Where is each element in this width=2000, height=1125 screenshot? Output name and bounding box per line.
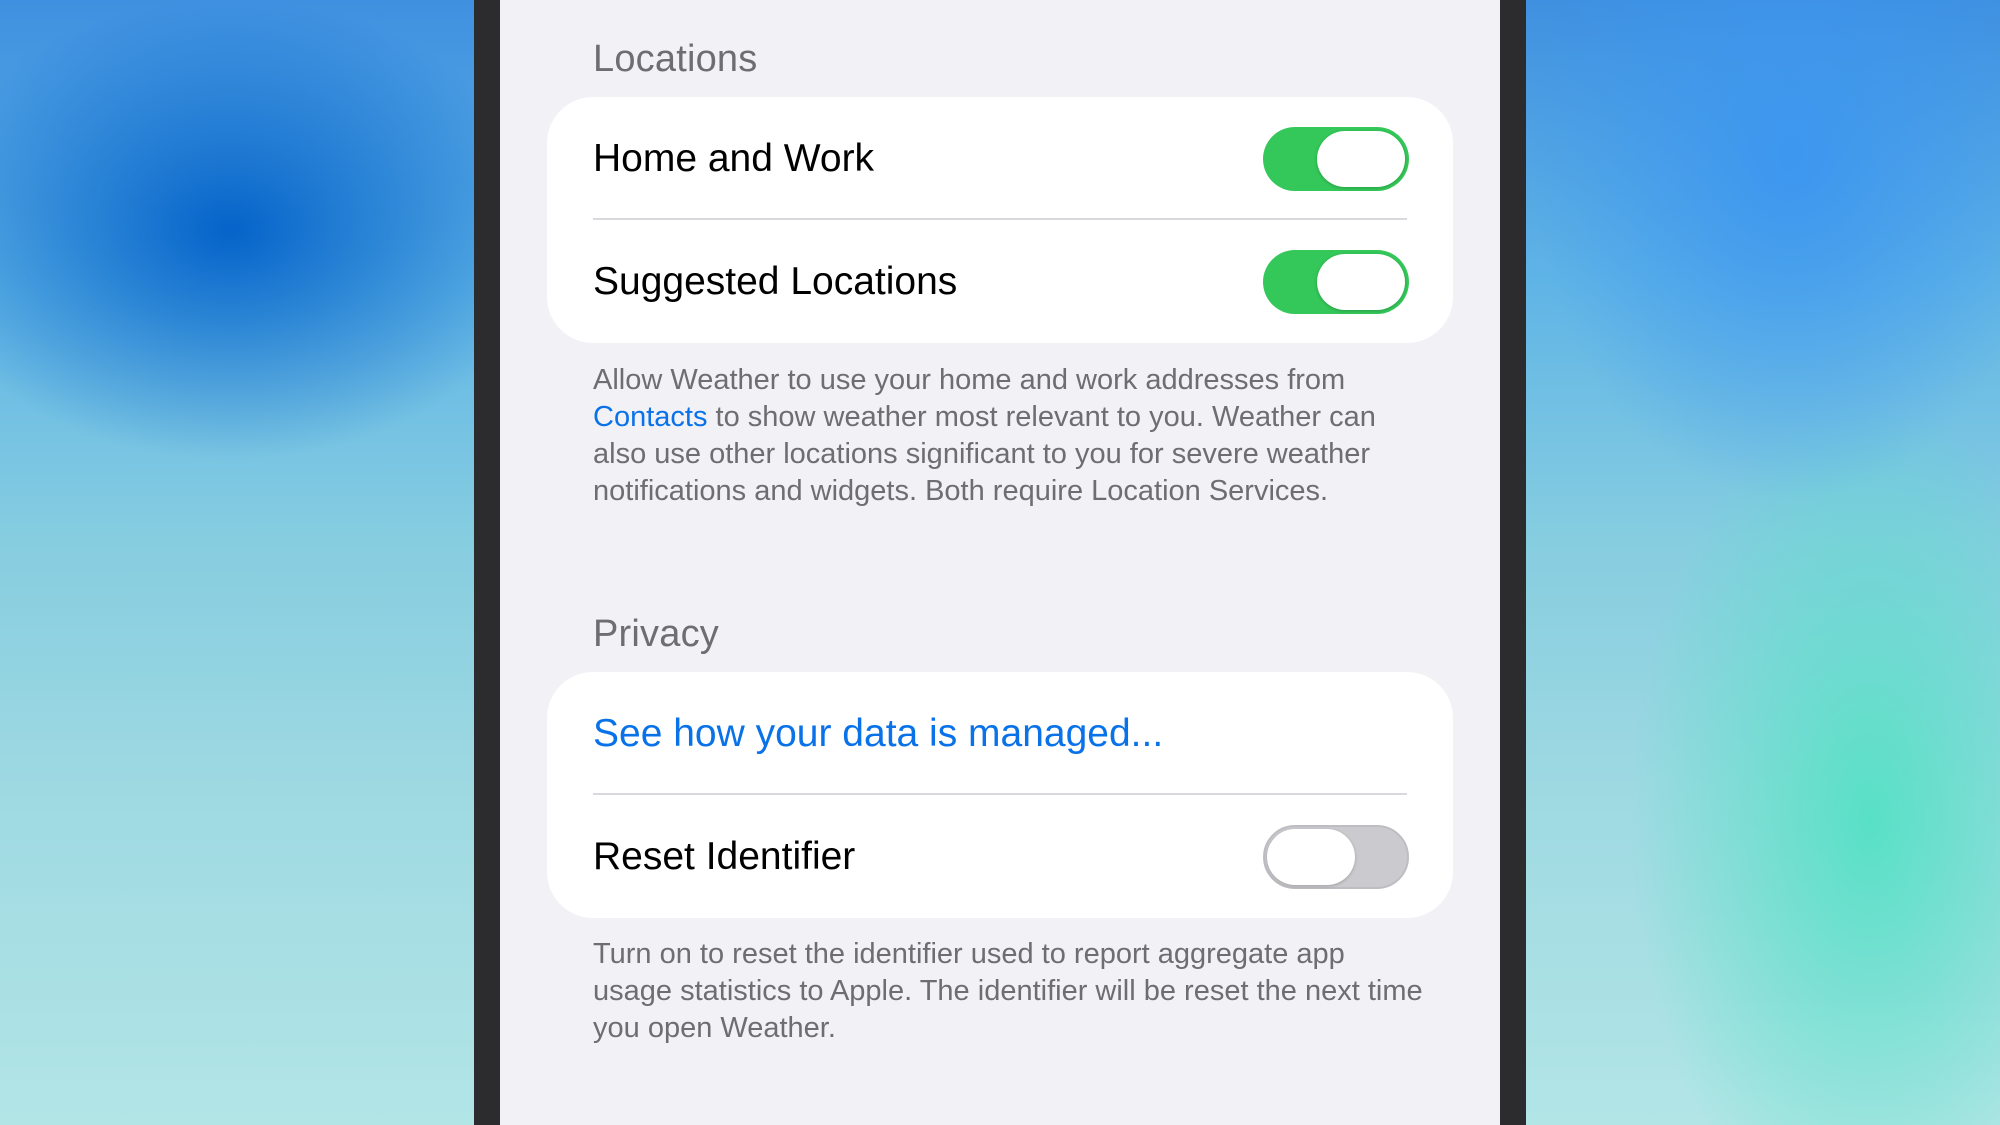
home-and-work-toggle[interactable] [1263, 126, 1409, 191]
contacts-link[interactable]: Contacts [593, 401, 707, 433]
home-and-work-label: Home and Work [593, 136, 875, 180]
settings-screen: Locations Home and Work Suggested Locati… [500, 0, 1500, 1125]
data-managed-row[interactable]: See how your data is managed... [547, 672, 1453, 795]
locations-footnote: Allow Weather to use your home and work … [593, 362, 1423, 510]
toggle-knob [1267, 828, 1355, 885]
locations-card: Home and Work Suggested Locations [547, 97, 1453, 343]
see-how-data-managed-link[interactable]: See how your data is managed... [593, 712, 1163, 756]
privacy-footnote: Turn on to reset the identifier used to … [593, 938, 1423, 1044]
reset-identifier-label: Reset Identifier [593, 834, 856, 878]
privacy-section-header: Privacy [593, 613, 719, 655]
privacy-card: See how your data is managed... Reset Id… [547, 672, 1453, 918]
locations-footnote-text-2: to show weather most relevant to you. We… [593, 401, 1376, 507]
suggested-locations-row[interactable]: Suggested Locations [547, 220, 1453, 343]
home-and-work-row[interactable]: Home and Work [547, 97, 1453, 220]
toggle-knob [1317, 253, 1405, 310]
suggested-locations-label: Suggested Locations [593, 259, 958, 303]
locations-section-header: Locations [593, 38, 758, 80]
locations-footnote-text-1: Allow Weather to use your home and work … [593, 364, 1346, 396]
reset-identifier-toggle[interactable] [1263, 824, 1409, 889]
reset-identifier-row[interactable]: Reset Identifier [547, 795, 1453, 918]
suggested-locations-toggle[interactable] [1263, 249, 1409, 314]
toggle-knob [1317, 130, 1405, 187]
